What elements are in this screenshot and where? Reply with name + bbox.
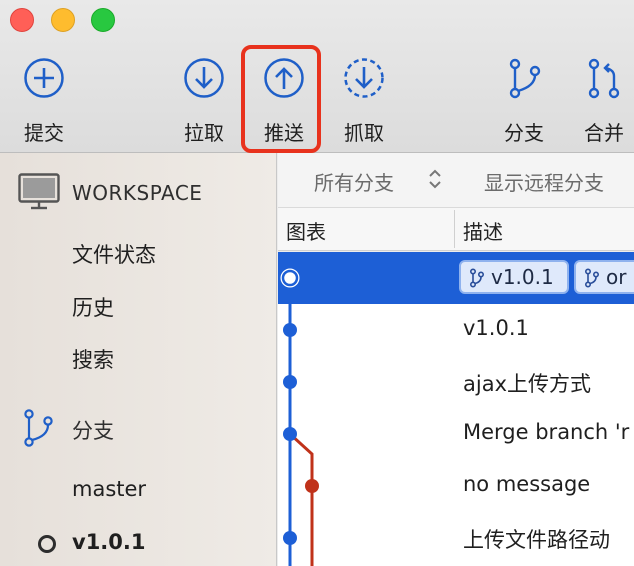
graph-branch-line	[288, 432, 314, 566]
commit-message: 上传文件路径动	[463, 528, 610, 552]
up-down-chevron-icon[interactable]	[428, 168, 442, 190]
merge-label: 合并	[584, 121, 624, 145]
commit-label: 提交	[24, 121, 64, 145]
column-divider[interactable]	[454, 210, 455, 248]
sidebar-item-search[interactable]: 搜索	[72, 344, 114, 374]
branch-icon	[24, 409, 53, 447]
graph-node	[283, 323, 297, 337]
description-column-header[interactable]: 描述	[463, 216, 503, 245]
commit-button[interactable]: 提交	[4, 56, 84, 146]
close-window-button[interactable]	[10, 8, 34, 32]
commit-message: ajax上传方式	[463, 372, 591, 396]
push-highlight-box	[241, 45, 321, 153]
commit-message: Merge branch 'r	[463, 420, 630, 444]
commit-message: no message	[463, 472, 591, 496]
commit-icon	[24, 58, 64, 98]
fetch-label: 抓取	[344, 121, 384, 145]
graph-node	[283, 375, 297, 389]
branch-icon	[584, 268, 600, 288]
show-remote-branches-toggle[interactable]: 显示远程分支	[484, 167, 604, 196]
commit-message: v1.0.1	[463, 316, 529, 340]
sidebar-branch-current[interactable]: v1.0.1	[72, 530, 145, 554]
graph-node	[305, 479, 319, 493]
commit-list-header: 图表 描述	[278, 208, 634, 251]
graph-column-header[interactable]: 图表	[286, 216, 326, 245]
graph-node-head-ring	[281, 269, 299, 287]
pull-icon	[184, 58, 224, 98]
sidebar-branch-master[interactable]: master	[72, 477, 146, 501]
merge-button[interactable]: 合并	[564, 56, 634, 146]
workspace-heading: WORKSPACE	[72, 181, 203, 205]
current-branch-indicator	[38, 535, 56, 553]
zoom-window-button[interactable]	[91, 8, 115, 32]
merge-icon	[588, 58, 620, 99]
branches-heading: 分支	[72, 419, 114, 443]
toolbar: 提交 拉取 推送 抓取 分支 合并	[0, 0, 634, 153]
branch-icon	[469, 268, 485, 288]
sidebar-item-file-status[interactable]: 文件状态	[72, 239, 156, 269]
branch-filter-bar: 所有分支 显示远程分支	[278, 153, 634, 208]
minimize-window-button[interactable]	[51, 8, 75, 32]
branch-tag[interactable]: v1.0.1	[459, 260, 569, 294]
fetch-icon	[344, 58, 384, 98]
fetch-button[interactable]: 抓取	[324, 56, 404, 146]
remote-branch-tag-label: or	[606, 265, 627, 289]
commit-graph	[280, 268, 319, 566]
branch-icon	[509, 58, 541, 99]
pull-button[interactable]: 拉取	[164, 56, 244, 146]
all-branches-dropdown[interactable]: 所有分支	[314, 167, 394, 196]
remote-branch-tag[interactable]: or	[574, 260, 634, 294]
sidebar: WORKSPACE 文件状态 历史 搜索 分支 master v1.0.1	[0, 153, 277, 566]
branch-tag-label: v1.0.1	[491, 265, 554, 289]
graph-node	[283, 531, 297, 545]
graph-node	[283, 427, 297, 441]
branch-button[interactable]: 分支	[484, 56, 564, 146]
branch-label: 分支	[504, 121, 544, 145]
sidebar-item-history[interactable]: 历史	[72, 292, 114, 322]
monitor-icon	[18, 173, 60, 210]
pull-label: 拉取	[184, 121, 224, 145]
